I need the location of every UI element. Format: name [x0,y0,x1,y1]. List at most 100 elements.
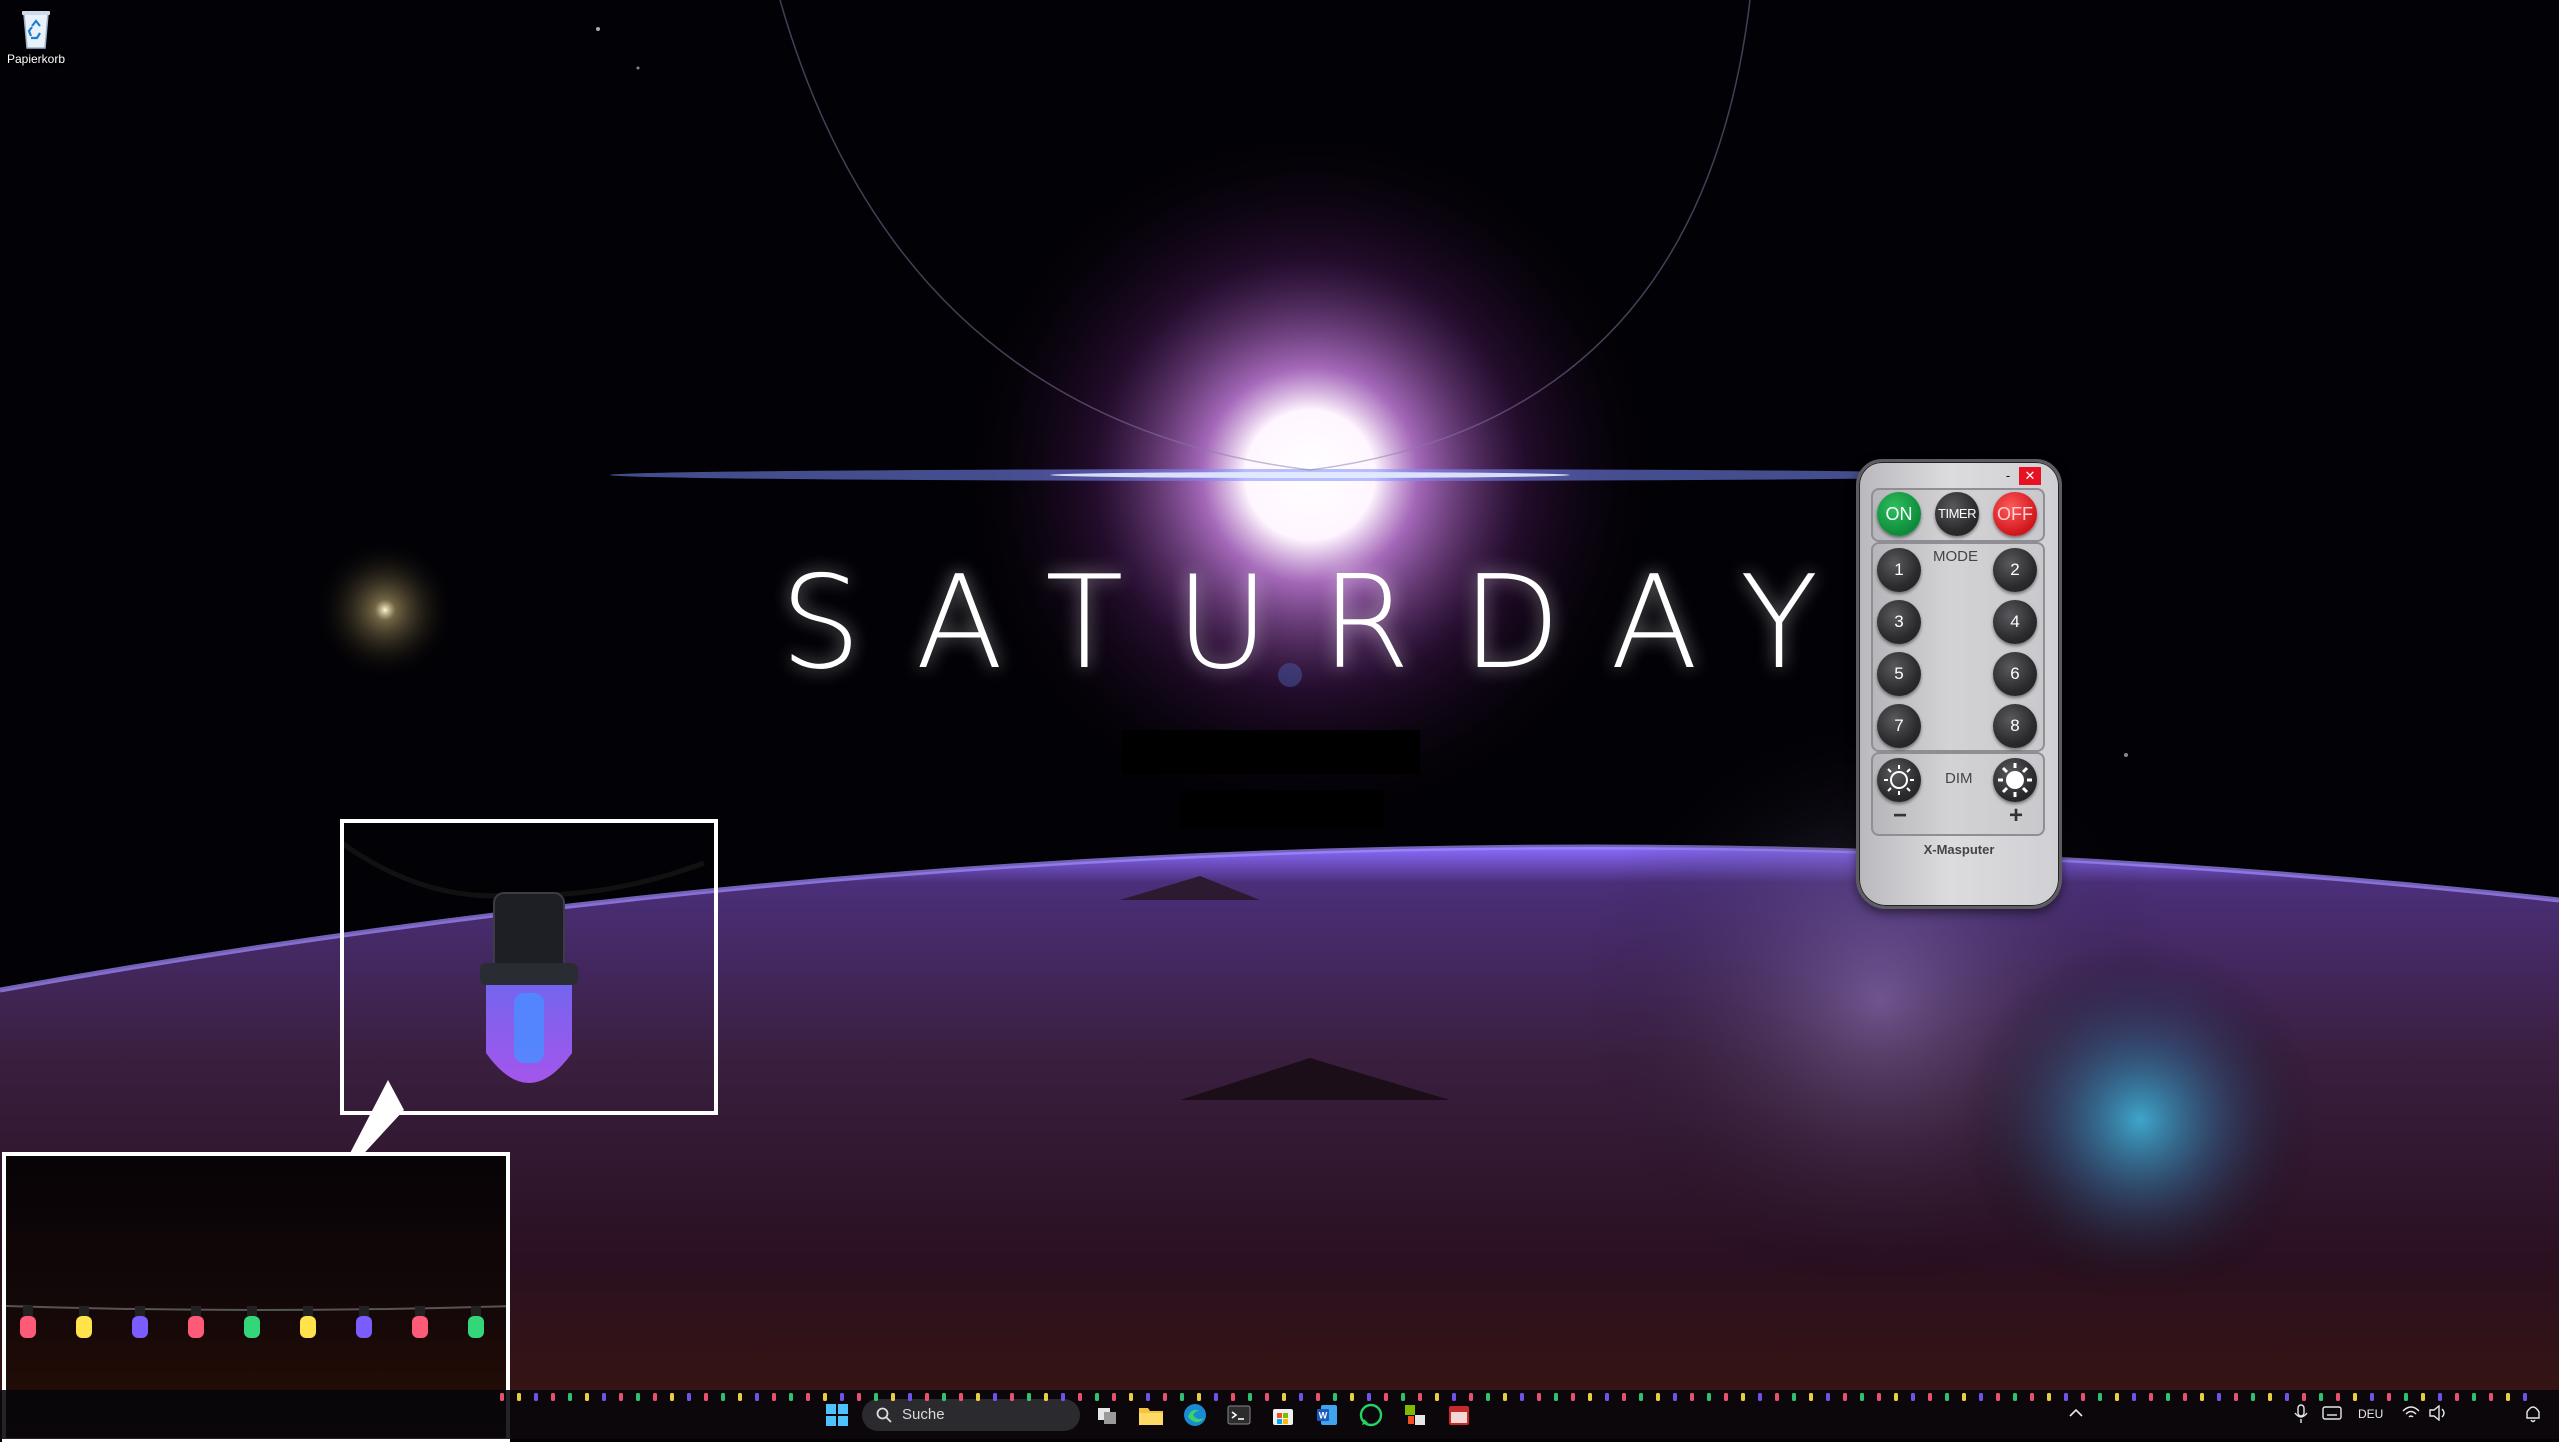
string-light-bulb [1588,1393,1592,1401]
string-light-bulb [551,1393,555,1401]
recycle-bin-shortcut[interactable]: Papierkorb [0,6,72,66]
string-light-bulb [840,1393,844,1401]
string-light-bulb [1605,1393,1609,1401]
timer-button[interactable]: TIMER [1935,492,1979,536]
recycle-bin-icon [16,6,56,50]
string-light-bulb [2234,1393,2238,1401]
string-light-bulb [2115,1393,2119,1401]
string-light-bulb [2285,1393,2289,1401]
mode-4-button[interactable]: 4 [1993,600,2037,644]
zoom-callout-bulb [340,819,718,1115]
remote-control-widget[interactable]: - ✕ ON TIMER OFF MODE 1 2 3 4 5 6 7 8 DI… [1856,459,2062,909]
string-light-bulb [1027,1393,1031,1401]
mode-8-button[interactable]: 8 [1993,704,2037,748]
string-light-bulb [1809,1393,1813,1401]
mode-2-button[interactable]: 2 [1993,548,2037,592]
string-light-bulb [1163,1393,1167,1401]
string-light-bulb [1010,1393,1014,1401]
light-string-overlay [500,1393,2527,1401]
string-light-bulb [2421,1393,2425,1401]
string-light-bulb [1520,1393,1524,1401]
string-light-bulb [2506,1393,2510,1401]
string-light-bulb [2251,1393,2255,1401]
string-light-bulb [1265,1393,1269,1401]
string-light-bulb [1350,1393,1354,1401]
string-light-bulb [2200,1393,2204,1401]
string-light-bulb [585,1393,589,1401]
string-light-bulb [1180,1393,1184,1401]
mode-7-button[interactable]: 7 [1877,704,1921,748]
dim-up-button[interactable] [1993,758,2037,802]
mode-5-button[interactable]: 5 [1877,652,1921,696]
string-light-bulb [132,1306,148,1338]
string-light-bulb [806,1393,810,1401]
string-light-bulb [1639,1393,1643,1401]
brand-label: X-Masputer [1923,842,1995,857]
string-light-bulb [2081,1393,2085,1401]
minus-label: − [1893,802,1908,829]
string-light-bulb [2149,1393,2153,1401]
string-light-bulb [412,1306,428,1338]
string-light-bulb [1044,1393,1048,1401]
off-button[interactable]: OFF [1993,492,2037,536]
string-light-bulb [1996,1393,2000,1401]
on-button[interactable]: ON [1877,492,1921,536]
string-light-bulb [1469,1393,1473,1401]
string-light-bulb [619,1393,623,1401]
string-light-bulb [2336,1393,2340,1401]
string-light-bulb [1758,1393,1762,1401]
string-light-bulb [1911,1393,1915,1401]
string-light-bulb [925,1393,929,1401]
string-light-bulb [1231,1393,1235,1401]
string-light-bulb [76,1306,92,1338]
mode-3-button[interactable]: 3 [1877,600,1921,644]
string-light-bulb [1197,1393,1201,1401]
string-light-bulb [1061,1393,1065,1401]
light-bulb-icon [344,841,705,1083]
string-light-bulb [1333,1393,1337,1401]
string-light-bulb [2387,1393,2391,1401]
string-light-bulb [2268,1393,2272,1401]
string-light-bulb [2370,1393,2374,1401]
plus-label: + [2009,802,2024,829]
dim-down-button[interactable] [1877,758,1921,802]
string-light-bulb [1690,1393,1694,1401]
string-light-bulb [1486,1393,1490,1401]
string-light-bulb [1095,1393,1099,1401]
string-light-bulb [2166,1393,2170,1401]
sun-large-icon [1998,763,2032,797]
string-light-bulb [857,1393,861,1401]
wallpaper-headline: SATURDAY [780,549,1871,698]
mode-6-button[interactable]: 6 [1993,652,2037,696]
string-light-bulb [2489,1393,2493,1401]
string-light-bulb [1418,1393,1422,1401]
string-light-bulb [2523,1393,2527,1401]
string-light-bulb [687,1393,691,1401]
string-light-bulb [2302,1393,2306,1401]
string-light-bulb [20,1306,36,1338]
string-light-bulb [602,1393,606,1401]
string-light-bulb [874,1393,878,1401]
string-light-bulb [976,1393,980,1401]
recycle-bin-label: Papierkorb [6,52,66,66]
string-light-bulb [2319,1393,2323,1401]
string-light-bulb [1962,1393,1966,1401]
string-light-bulb [942,1393,946,1401]
string-light-bulb [2030,1393,2034,1401]
string-light-bulb [1622,1393,1626,1401]
string-light-bulb [1724,1393,1728,1401]
mode-1-button[interactable]: 1 [1877,548,1921,592]
string-light-bulb [908,1393,912,1401]
close-button[interactable]: ✕ [2019,467,2041,485]
string-light-bulb [1316,1393,1320,1401]
string-light-bulb [2098,1393,2102,1401]
minimize-button[interactable]: - [1997,467,2019,485]
svg-text:W: W [1319,1411,1328,1421]
string-light-bulb [1401,1393,1405,1401]
string-light-bulb [993,1393,997,1401]
string-light-bulb [1571,1393,1575,1401]
string-light-bulb [1537,1393,1541,1401]
string-light-bulb [500,1393,504,1401]
string-light-bulb [1129,1393,1133,1401]
string-light-bulb [1554,1393,1558,1401]
